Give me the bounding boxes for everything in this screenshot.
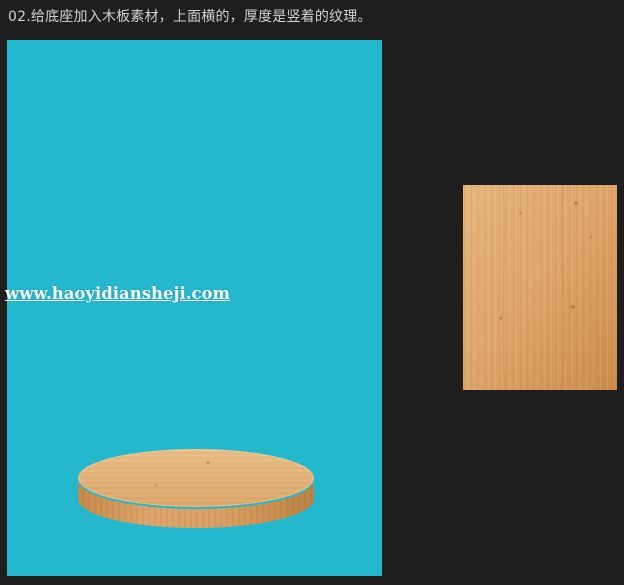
- wood-texture-icon: [463, 185, 617, 390]
- step-title: 02.给底座加入木板素材，上面横的，厚度是竖着的纹理。: [8, 9, 372, 25]
- watermark-link[interactable]: www.haoyidiansheji.com: [5, 284, 230, 303]
- wooden-podium-icon: [76, 447, 316, 531]
